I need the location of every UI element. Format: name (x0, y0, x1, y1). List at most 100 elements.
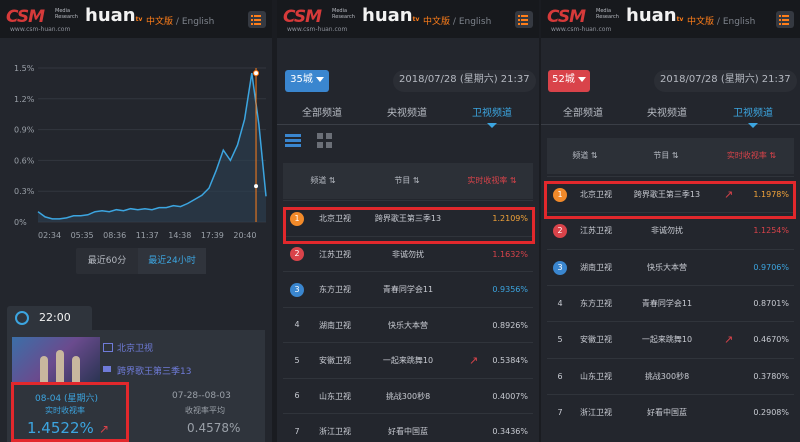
table-row[interactable]: 5 安徽卫视 一起来跳舞10 0.4670% ↗ (547, 321, 794, 358)
col-channel-header[interactable]: 频道 ⇅ (547, 138, 623, 174)
app-header: CSM Media Research www.csm-huan.com huan… (0, 0, 272, 38)
col-channel-header[interactable]: 频道 ⇅ (283, 163, 363, 199)
clock-icon (15, 311, 29, 325)
rank-badge: 3 (290, 282, 304, 297)
lang-en-link[interactable]: English (182, 17, 215, 27)
table-row[interactable]: 3 湖南卫视 快乐大本营 0.9706% (547, 248, 794, 286)
rank-badge: 2 (553, 224, 567, 239)
rank-badge: 3 (553, 260, 567, 275)
csm-url: www.csm-huan.com (287, 26, 348, 33)
grid-view-icon[interactable] (317, 133, 333, 149)
huan-logo: huantv (85, 5, 142, 26)
program-cell: 非诚勿扰 (651, 226, 683, 236)
city-select-label: 52城 (552, 74, 575, 85)
rank-badge: 1 (553, 188, 567, 203)
series-area (38, 73, 266, 222)
huan-logo-text: huan (626, 5, 677, 26)
lang-zh-link[interactable]: 中文版 (687, 17, 714, 27)
table-row[interactable]: 2 江苏卫视 非诚勿扰 1.1632% (283, 235, 533, 273)
y-tick-label: 0.9% (14, 126, 35, 135)
ranking-panel-52: CSM Media Research www.csm-huan.com huan… (541, 0, 800, 442)
table-row[interactable]: 4 湖南卫视 快乐大本营 0.8926% (283, 306, 533, 344)
program-cell: 好看中国蓝 (388, 427, 428, 436)
huan-logo-tv: tv (135, 16, 143, 23)
rating-cell: 1.1978% (753, 190, 789, 199)
rating-cell: 0.3780% (753, 371, 789, 381)
channel-cell: 北京卫视 (319, 214, 351, 223)
list-view-icon[interactable] (285, 133, 301, 149)
tab-cctv-channels[interactable]: 央视频道 (647, 104, 687, 119)
table-row[interactable]: 3 东方卫视 青春同学会11 0.9356% (283, 271, 533, 308)
col-program-header[interactable]: 节目 ⇅ (363, 163, 451, 199)
table-row[interactable]: 4 东方卫视 青春同学会11 0.8701% (547, 284, 794, 322)
huan-logo-text: huan (85, 5, 136, 26)
x-tick-label: 08:36 (103, 231, 126, 240)
app-header: CSM Media Research www.csm-huan.com huan… (277, 0, 539, 38)
table-row[interactable]: 1 北京卫视 跨界歌王第三季13 1.2109% (283, 200, 533, 237)
csm-logo-sub: Media Research (596, 8, 619, 20)
table-header: 频道 ⇅ 节目 ⇅ 实时收视率 ⇅ (547, 138, 794, 174)
table-row[interactable]: 5 安徽卫视 一起来跳舞10 0.5384% ↗ (283, 342, 533, 379)
col-rating-header[interactable]: 实时收视率 ⇅ (709, 138, 794, 174)
menu-button[interactable] (248, 11, 266, 28)
rating-cell: 1.1632% (492, 249, 528, 259)
tab-satellite-channels[interactable]: 卫视频道 (733, 104, 773, 119)
program-cell: 一起来跳舞10 (641, 335, 693, 345)
program-cell: 挑战300秒8 (385, 391, 431, 401)
huan-logo: huantv (626, 5, 683, 26)
huan-logo-tv: tv (412, 16, 420, 23)
lang-zh-link[interactable]: 中文版 (423, 17, 450, 27)
col-program-header[interactable]: 节目 ⇅ (623, 138, 709, 174)
x-tick-label: 02:34 (38, 231, 61, 240)
menu-button[interactable] (776, 11, 794, 28)
tab-all-channels[interactable]: 全部频道 (302, 104, 342, 119)
tab-all-channels[interactable]: 全部频道 (563, 104, 603, 119)
table-row[interactable]: 6 山东卫视 挑战300秒8 0.3780% (547, 357, 794, 395)
tab-satellite-channels[interactable]: 卫视频道 (472, 104, 512, 119)
peak-point (253, 70, 260, 77)
y-tick-label: 0.3% (14, 187, 35, 196)
range-24h-button[interactable]: 最近24小时 (138, 248, 206, 274)
rating-cell: 0.4670% (753, 335, 789, 345)
x-tick-label: 11:37 (136, 231, 159, 240)
table-row[interactable]: 7 浙江卫视 好看中国蓝 0.3436% (283, 413, 533, 442)
program-cell: 挑战300秒8 (644, 371, 690, 381)
trend-panel: CSM Media Research www.csm-huan.com huan… (0, 0, 272, 442)
x-tick-label: 05:35 (71, 231, 94, 240)
cursor-point (254, 184, 259, 189)
lang-en-link[interactable]: English (723, 17, 756, 27)
menu-icon (779, 15, 781, 17)
program-card[interactable]: 北京卫视 跨界歌王第三季13 08-04 (星期六) 实时收视率 1.4522%… (7, 330, 265, 442)
lang-separator: / (175, 17, 179, 27)
language-switch: 中文版 / English (423, 14, 491, 27)
table-header: 频道 ⇅ 节目 ⇅ 实时收视率 ⇅ (283, 163, 533, 199)
rating-cell: 0.8926% (492, 320, 528, 330)
time-range-toggle: 最近60分 最近24小时 (76, 248, 206, 274)
lang-zh-link[interactable]: 中文版 (146, 17, 173, 27)
city-select[interactable]: 35城 (285, 70, 329, 92)
tab-cctv-channels[interactable]: 央视频道 (387, 104, 427, 119)
col-rating-label: 实时收视率 (467, 176, 508, 185)
video-icon (103, 366, 111, 372)
channel-cell: 东方卫视 (319, 285, 351, 294)
current-rating-label: 实时收视率 (45, 406, 85, 415)
csm-logo: CSM (6, 7, 45, 27)
huan-logo-text: huan (362, 5, 413, 26)
col-channel-label: 频道 (310, 176, 327, 185)
lang-en-link[interactable]: English (459, 17, 492, 27)
table-row[interactable]: 7 浙江卫视 好看中国蓝 0.2908% (547, 393, 794, 431)
col-program-label: 节目 (394, 176, 411, 185)
program-name: 跨界歌王第三季13 (117, 367, 192, 377)
table-row[interactable]: 6 山东卫视 挑战300秒8 0.4007% (283, 377, 533, 415)
city-select[interactable]: 52城 (548, 70, 590, 92)
channel-tabs: 全部频道 央视频道 卫视频道 (541, 104, 800, 128)
program-cell: 快乐大本营 (388, 320, 428, 330)
program-cell: 青春同学会11 (382, 285, 434, 294)
program-cell: 一起来跳舞10 (382, 356, 434, 365)
table-row[interactable]: 1 北京卫视 跨界歌王第三季13 1.1978% ↗ (547, 176, 794, 213)
rating-cell: 0.9706% (753, 262, 789, 272)
table-row[interactable]: 2 江苏卫视 非诚勿扰 1.1254% (547, 212, 794, 249)
menu-button[interactable] (515, 11, 533, 28)
range-60min-button[interactable]: 最近60分 (76, 248, 138, 274)
col-rating-header[interactable]: 实时收视率 ⇅ (451, 163, 533, 199)
